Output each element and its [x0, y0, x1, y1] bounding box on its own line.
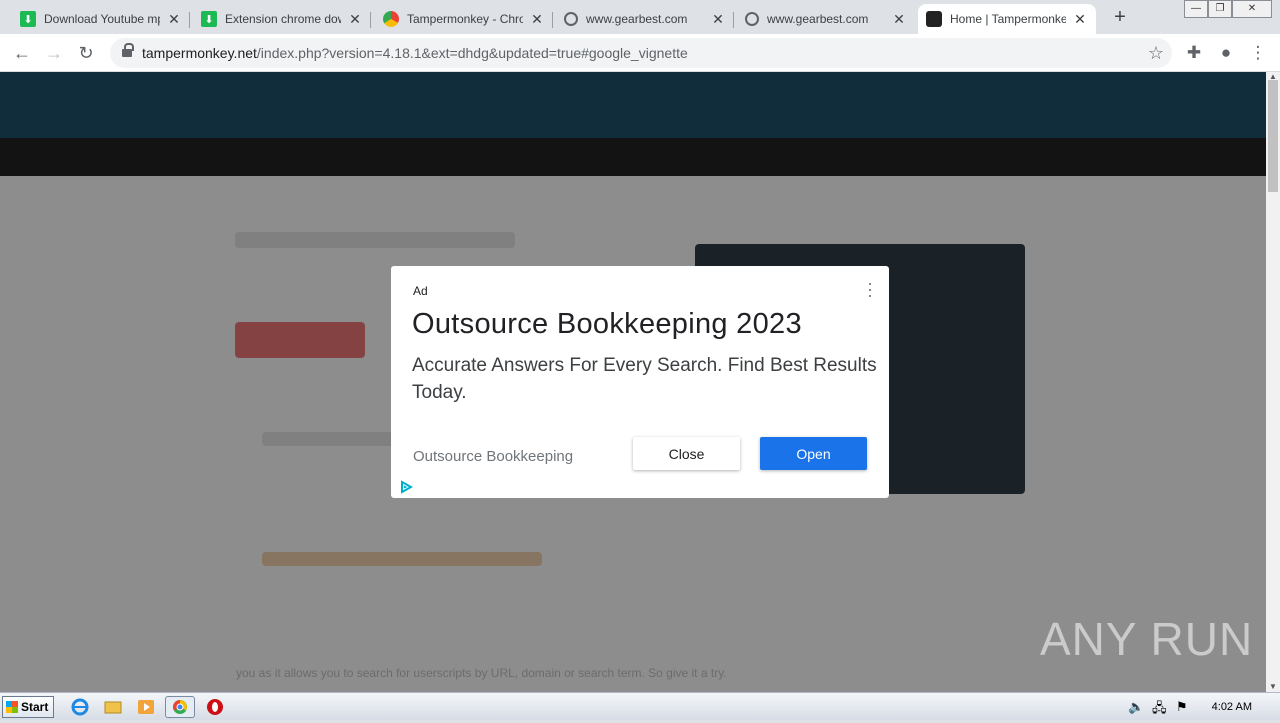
globe-icon — [745, 12, 759, 26]
tab-home-tampermonkey[interactable]: Home | Tampermonkey ✕ — [918, 4, 1096, 34]
media-player-icon[interactable] — [134, 696, 158, 718]
back-arrow-icon[interactable]: ← — [10, 41, 34, 65]
more-menu-icon[interactable]: ⋮ — [1246, 41, 1270, 65]
tab-title: Download Youtube mp3, — [44, 12, 160, 26]
lock-icon — [122, 43, 134, 57]
tab-gearbest-2[interactable]: www.gearbest.com ✕ — [737, 4, 915, 34]
close-tab-icon[interactable]: ✕ — [710, 11, 726, 28]
page-body-text: you as it allows you to search for users… — [236, 666, 727, 680]
close-tab-icon[interactable]: ✕ — [529, 11, 545, 28]
scroll-down-icon[interactable]: ▼ — [1266, 682, 1280, 692]
tab-gearbest-1[interactable]: www.gearbest.com ✕ — [556, 4, 734, 34]
clock[interactable]: 4:02 AM — [1212, 701, 1252, 713]
tab-strip: ⬇ Download Youtube mp3, ✕ ⬇ Extension ch… — [0, 0, 1280, 34]
ad-open-button[interactable]: Open — [760, 437, 867, 470]
chrome-webstore-icon — [383, 11, 399, 27]
opera-icon[interactable] — [203, 696, 227, 718]
tab-title: www.gearbest.com — [767, 12, 869, 26]
ad-display-url[interactable]: Outsource Bookkeeping — [413, 448, 573, 465]
tab-title: Home | Tampermonkey — [950, 12, 1066, 26]
reload-icon[interactable]: ↻ — [74, 41, 98, 65]
ad-options-kebab-icon[interactable]: · · · — [865, 274, 875, 304]
ad-description: Accurate Answers For Every Search. Find … — [412, 355, 877, 403]
forward-arrow-icon[interactable]: → — [42, 41, 66, 65]
adchoices-icon[interactable] — [399, 480, 413, 494]
start-label: Start — [21, 700, 49, 714]
tab-title: Tampermonkey - Chrome — [407, 12, 523, 26]
close-tab-icon[interactable]: ✕ — [891, 11, 907, 28]
address-bar[interactable]: tampermonkey.net/index.php?version=4.18.… — [110, 38, 1172, 68]
windows-flag-icon — [6, 701, 18, 713]
url-path: /index.php?version=4.18.1&ext=dhdg&updat… — [256, 45, 688, 61]
download-favicon-icon: ⬇ — [201, 11, 217, 27]
close-window-button[interactable]: ✕ — [1232, 0, 1272, 18]
scroll-thumb[interactable] — [1268, 80, 1278, 192]
tab-tampermonkey-webstore[interactable]: Tampermonkey - Chrome ✕ — [375, 4, 553, 34]
ad-label: Ad — [413, 284, 428, 298]
system-tray: 🔈 🖧 ⚑ 4:02 AM — [1120, 695, 1280, 719]
download-favicon-icon: ⬇ — [20, 11, 36, 27]
restore-button[interactable]: ❐ — [1208, 0, 1232, 18]
globe-icon — [564, 12, 578, 26]
vertical-scrollbar[interactable]: ▲ ▼ — [1266, 72, 1280, 692]
url-host: tampermonkey.net — [142, 45, 257, 61]
action-center-flag-icon[interactable]: ⚑ — [1176, 699, 1188, 715]
anyrun-watermark: ANY RUN — [1040, 613, 1254, 665]
tab-extension-chrome[interactable]: ⬇ Extension chrome downl ✕ — [193, 4, 371, 34]
minimize-button[interactable]: — — [1184, 0, 1208, 18]
start-button[interactable]: Start — [2, 696, 54, 718]
profile-avatar-icon[interactable]: ● — [1214, 41, 1238, 65]
tab-download-youtube[interactable]: ⬇ Download Youtube mp3, ✕ — [12, 4, 190, 34]
ad-close-button[interactable]: Close — [633, 437, 740, 470]
volume-icon[interactable]: 🔈 — [1128, 699, 1144, 715]
network-icon[interactable]: 🖧 — [1152, 699, 1167, 721]
bookmark-star-icon[interactable]: ☆ — [1148, 38, 1164, 68]
new-tab-button[interactable]: + — [1108, 6, 1132, 30]
file-explorer-icon[interactable] — [101, 696, 125, 718]
taskbar: Start 🔈 🖧 ⚑ 4:02 AM — [0, 692, 1280, 720]
tab-title: www.gearbest.com — [586, 12, 688, 26]
close-tab-icon[interactable]: ✕ — [1072, 11, 1088, 28]
extensions-puzzle-icon[interactable]: ✚ — [1182, 41, 1206, 65]
close-tab-icon[interactable]: ✕ — [347, 11, 363, 28]
ad-vignette-dialog: Ad · · · Outsource Bookkeeping 2023 Accura… — [391, 266, 889, 498]
close-tab-icon[interactable]: ✕ — [166, 11, 182, 28]
ad-headline[interactable]: Outsource Bookkeeping 2023 — [412, 308, 802, 341]
chrome-taskbar-icon[interactable] — [165, 696, 195, 718]
internet-explorer-icon[interactable] — [68, 696, 92, 718]
tampermonkey-favicon-icon — [926, 11, 942, 27]
tab-title: Extension chrome downl — [225, 12, 341, 26]
browser-toolbar: ← → ↻ tampermonkey.net/index.php?version… — [0, 34, 1280, 72]
